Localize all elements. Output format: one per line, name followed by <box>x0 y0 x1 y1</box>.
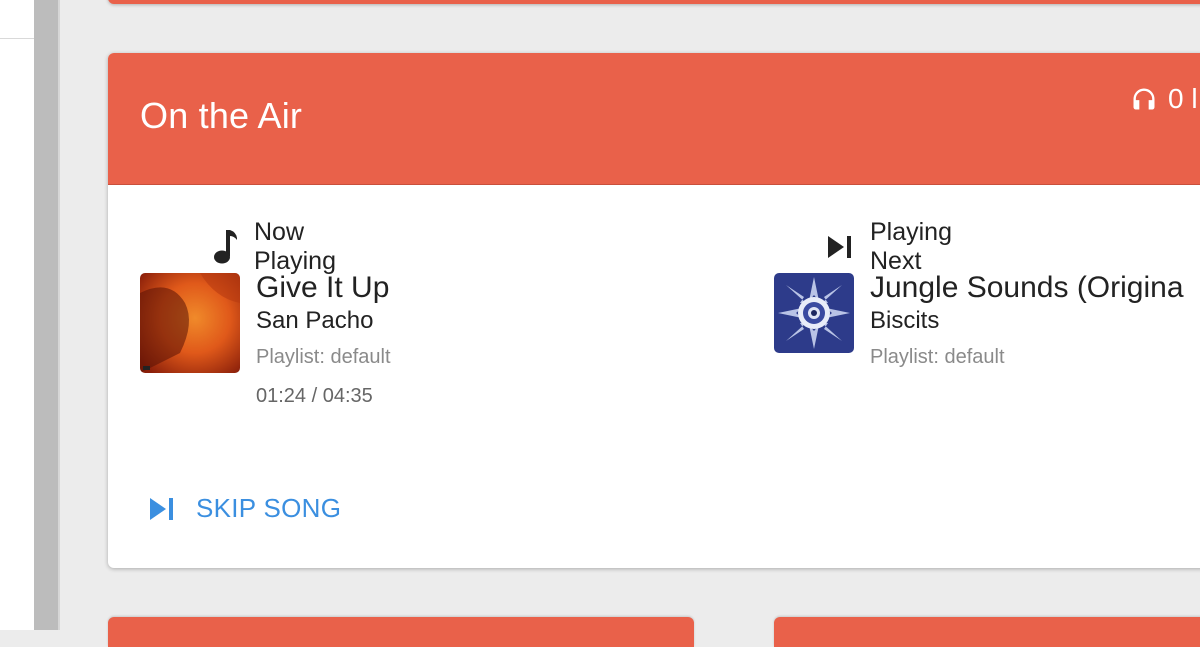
card-title: On the Air <box>140 95 303 136</box>
playing-next-title: Jungle Sounds (Origina <box>870 271 1184 304</box>
skip-song-button[interactable]: SKIP SONG <box>148 493 341 524</box>
playing-next-label: Playing Next <box>870 218 952 275</box>
now-playing-info: Give It Up San Pacho Playlist: default 0… <box>256 270 391 408</box>
now-playing-label: Now Playing <box>254 218 336 275</box>
now-playing-heading: Now Playing <box>212 218 340 276</box>
now-playing-title: Give It Up <box>256 271 390 304</box>
listeners-count[interactable]: 0 l <box>1130 83 1198 115</box>
playing-next-playlist: Playlist: default <box>870 346 1005 368</box>
playing-next-artist: Biscits <box>870 307 940 334</box>
skip-song-label: SKIP SONG <box>196 493 342 523</box>
listeners-count-text: 0 l <box>1168 83 1198 114</box>
next-card-left <box>108 617 694 647</box>
skip-next-icon <box>826 229 854 265</box>
card-header: On the Air 0 l <box>108 53 1200 185</box>
headphones-icon <box>1133 88 1155 110</box>
now-playing-artist: San Pacho <box>256 307 374 334</box>
scrollbar-edge <box>58 0 60 630</box>
now-playing-playlist: Playlist: default <box>256 346 391 368</box>
left-panel-divider <box>0 38 34 39</box>
playing-next-album-art <box>774 273 854 353</box>
now-playing-time: 01:24 / 04:35 <box>256 385 373 407</box>
next-card-right <box>774 617 1200 647</box>
previous-card-bottom <box>108 0 1200 4</box>
playing-next-heading: Playing Next <box>826 218 954 276</box>
playing-next-info: Jungle Sounds (Origina Biscits Playlist:… <box>870 270 1184 369</box>
skip-next-icon <box>150 497 173 520</box>
now-playing-album-art <box>140 273 240 373</box>
left-panel <box>0 0 34 630</box>
scrollbar-track[interactable] <box>34 0 60 630</box>
music-note-icon <box>212 229 238 265</box>
on-the-air-card: On the Air 0 l Now Playing Give It Up Sa… <box>108 53 1200 568</box>
